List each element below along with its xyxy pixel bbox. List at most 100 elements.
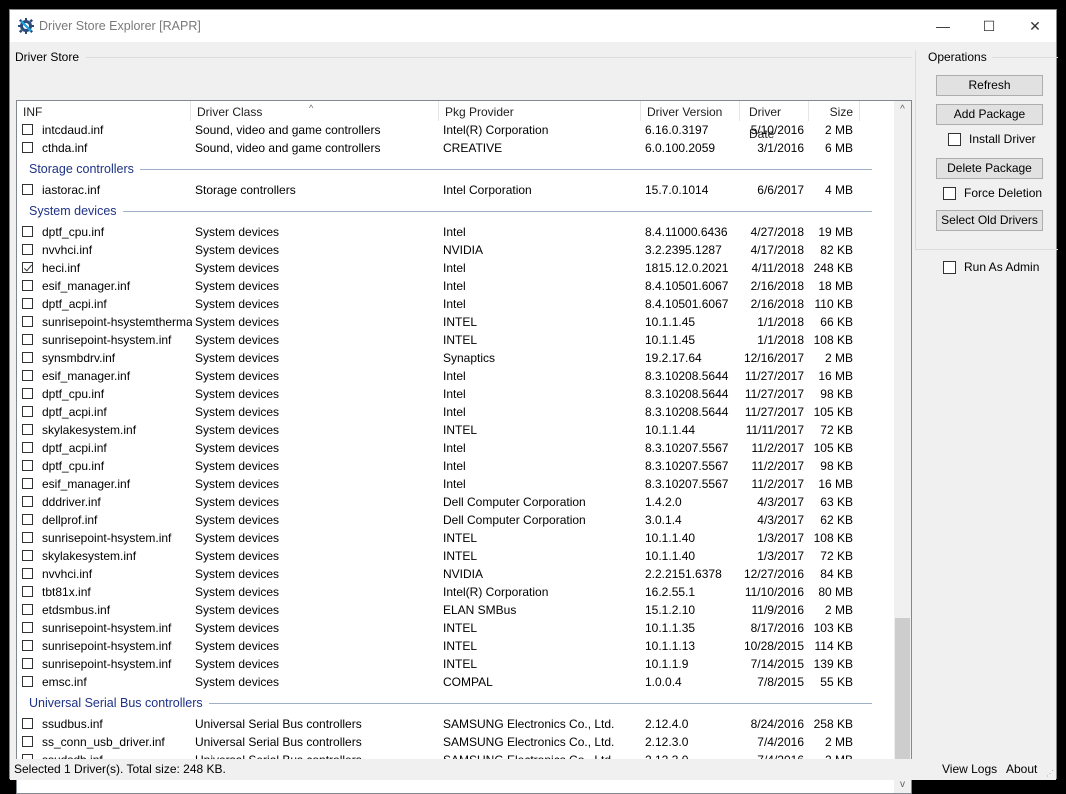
- cell-size: 66 KB: [820, 315, 853, 329]
- run-as-admin-box[interactable]: [943, 260, 956, 274]
- cell-version: 8.3.10207.5567: [645, 441, 729, 455]
- driver-row[interactable]: dptf_cpu.inf System devices Intel 8.3.10208…: [17, 385, 892, 403]
- close-button[interactable]: ✕: [1012, 10, 1058, 42]
- driver-row[interactable]: intcdaud.inf Sound, video and game contro…: [17, 121, 892, 139]
- driver-row[interactable]: sunrisepoint-hsystem.inf System devices IN…: [17, 331, 892, 349]
- driver-row[interactable]: tbt81x.inf System devices Intel(R) Corpora…: [17, 583, 892, 601]
- column-header-driver-version[interactable]: Driver Version: [641, 101, 740, 121]
- row-checkbox[interactable]: [22, 550, 33, 561]
- driver-row[interactable]: synsmbdrv.inf System devices Synaptics 19.2…: [17, 349, 892, 367]
- driver-row[interactable]: dptf_acpi.inf System devices Intel 8.3.1020…: [17, 439, 892, 457]
- install-driver-box[interactable]: [948, 132, 961, 146]
- row-checkbox[interactable]: [22, 676, 33, 687]
- cell-size: 72 KB: [820, 423, 853, 437]
- driver-row[interactable]: skylakesystem.inf System devices INTEL 10.1…: [17, 547, 892, 565]
- row-checkbox[interactable]: [22, 532, 33, 543]
- row-checkbox[interactable]: [22, 640, 33, 651]
- install-driver-checkbox[interactable]: Install Driver: [948, 132, 1036, 146]
- driver-row[interactable]: sunrisepoint-hsystem.inf System devices IN…: [17, 655, 892, 673]
- driver-row[interactable]: dptf_acpi.inf System devices Intel 8.3.1020…: [17, 403, 892, 421]
- driver-row[interactable]: nvvhci.inf System devices NVIDIA 2.2.2151.6…: [17, 565, 892, 583]
- add-package-button[interactable]: Add Package: [936, 104, 1043, 125]
- row-checkbox[interactable]: [22, 124, 33, 135]
- driver-row[interactable]: ssudbus.inf Universal Serial Bus controll…: [17, 715, 892, 733]
- row-checkbox[interactable]: [22, 388, 33, 399]
- row-checkbox[interactable]: [22, 604, 33, 615]
- view-logs-link[interactable]: View Logs: [942, 762, 997, 776]
- driver-row[interactable]: ss_conn_usb_driver.inf Universal Serial B…: [17, 733, 892, 751]
- driver-row[interactable]: esif_manager.inf System devices Intel 8.3.1…: [17, 367, 892, 385]
- row-checkbox[interactable]: [22, 460, 33, 471]
- vertical-scrollbar[interactable]: ^ v: [894, 101, 911, 793]
- driver-row[interactable]: esif_manager.inf System devices Intel 8.4.1…: [17, 277, 892, 295]
- minimize-button[interactable]: —: [920, 10, 966, 42]
- group-header[interactable]: Universal Serial Bus controllers^: [17, 691, 900, 715]
- driver-row[interactable]: emsc.inf System devices COMPAL 1.0.0.4 7/8/2…: [17, 673, 892, 691]
- column-header-pkg-provider[interactable]: Pkg Provider: [439, 101, 641, 121]
- row-checkbox[interactable]: [22, 244, 33, 255]
- row-checkbox[interactable]: [22, 226, 33, 237]
- force-deletion-box[interactable]: [943, 186, 956, 200]
- driver-row[interactable]: sunrisepoint-hsystem.inf System devices IN…: [17, 529, 892, 547]
- row-checkbox[interactable]: [22, 262, 33, 273]
- resize-grip-icon[interactable]: ⋰: [1046, 769, 1054, 778]
- driver-row[interactable]: etdsmbus.inf System devices ELAN SMBus 15.1…: [17, 601, 892, 619]
- select-old-drivers-button[interactable]: Select Old Drivers: [936, 210, 1043, 231]
- scrollbar-thumb[interactable]: [895, 618, 910, 776]
- column-header-size[interactable]: Size: [809, 101, 860, 121]
- row-checkbox[interactable]: [22, 142, 33, 153]
- row-checkbox[interactable]: [22, 298, 33, 309]
- cell-date: 11/27/2017: [744, 369, 804, 383]
- row-checkbox[interactable]: [22, 334, 33, 345]
- scroll-up-arrow-icon[interactable]: ^: [894, 101, 911, 118]
- row-checkbox[interactable]: [22, 184, 33, 195]
- row-checkbox[interactable]: [22, 424, 33, 435]
- row-checkbox[interactable]: [22, 478, 33, 489]
- driver-row[interactable]: sunrisepoint-hsystemthermal.infSystem de…: [17, 313, 892, 331]
- row-checkbox[interactable]: [22, 280, 33, 291]
- cell-provider: Intel: [443, 477, 466, 491]
- row-checkbox[interactable]: [22, 586, 33, 597]
- cell-provider: INTEL: [443, 657, 478, 671]
- run-as-admin-checkbox[interactable]: Run As Admin: [943, 260, 1039, 274]
- row-checkbox[interactable]: [22, 406, 33, 417]
- title-bar[interactable]: Driver Store Explorer [RAPR] — ☐ ✕: [10, 10, 1056, 42]
- column-header-driver-date[interactable]: Driver Date: [740, 101, 809, 141]
- column-header-driver-class[interactable]: Driver Class ^: [191, 101, 439, 121]
- force-deletion-checkbox[interactable]: Force Deletion: [943, 186, 1042, 200]
- maximize-button[interactable]: ☐: [966, 10, 1012, 42]
- row-checkbox[interactable]: [22, 514, 33, 525]
- driver-row[interactable]: dptf_cpu.inf System devices Intel 8.3.10207…: [17, 457, 892, 475]
- row-checkbox[interactable]: [22, 370, 33, 381]
- about-link[interactable]: About: [1006, 762, 1037, 776]
- driver-row[interactable]: iastorac.inf Storage controllers Intel Cor…: [17, 181, 892, 199]
- driver-row[interactable]: dptf_acpi.inf System devices Intel 8.4.1050…: [17, 295, 892, 313]
- refresh-button[interactable]: Refresh: [936, 75, 1043, 96]
- driver-row[interactable]: heci.inf System devices Intel 1815.12.0.202…: [17, 259, 892, 277]
- cell-provider: Intel: [443, 387, 466, 401]
- group-header[interactable]: System devices^: [17, 199, 900, 223]
- driver-row[interactable]: sunrisepoint-hsystem.inf System devices IN…: [17, 619, 892, 637]
- row-checkbox[interactable]: [22, 736, 33, 747]
- row-checkbox[interactable]: [22, 718, 33, 729]
- row-checkbox[interactable]: [22, 658, 33, 669]
- driver-row[interactable]: dellprof.inf System devices Dell Computer …: [17, 511, 892, 529]
- row-checkbox[interactable]: [22, 496, 33, 507]
- row-checkbox[interactable]: [22, 352, 33, 363]
- driver-row[interactable]: cthda.inf Sound, video and game controlle…: [17, 139, 892, 157]
- driver-row[interactable]: nvvhci.inf System devices NVIDIA 3.2.2395.1…: [17, 241, 892, 259]
- driver-list[interactable]: INF Driver Class ^ Pkg Provider Driver V…: [16, 100, 912, 794]
- driver-row[interactable]: sunrisepoint-hsystem.inf System devices IN…: [17, 637, 892, 655]
- delete-package-button[interactable]: Delete Package: [936, 158, 1043, 179]
- driver-row[interactable]: skylakesystem.inf System devices INTEL 10.1…: [17, 421, 892, 439]
- row-checkbox[interactable]: [22, 316, 33, 327]
- cell-class: System devices: [195, 567, 280, 581]
- row-checkbox[interactable]: [22, 568, 33, 579]
- row-checkbox[interactable]: [22, 622, 33, 633]
- driver-row[interactable]: dptf_cpu.inf System devices Intel 8.4.11000…: [17, 223, 892, 241]
- driver-row[interactable]: dddriver.inf System devices Dell Computer …: [17, 493, 892, 511]
- group-header[interactable]: Storage controllers^: [17, 157, 900, 181]
- driver-row[interactable]: esif_manager.inf System devices Intel 8.3.1…: [17, 475, 892, 493]
- column-header-inf[interactable]: INF: [17, 101, 191, 121]
- row-checkbox[interactable]: [22, 442, 33, 453]
